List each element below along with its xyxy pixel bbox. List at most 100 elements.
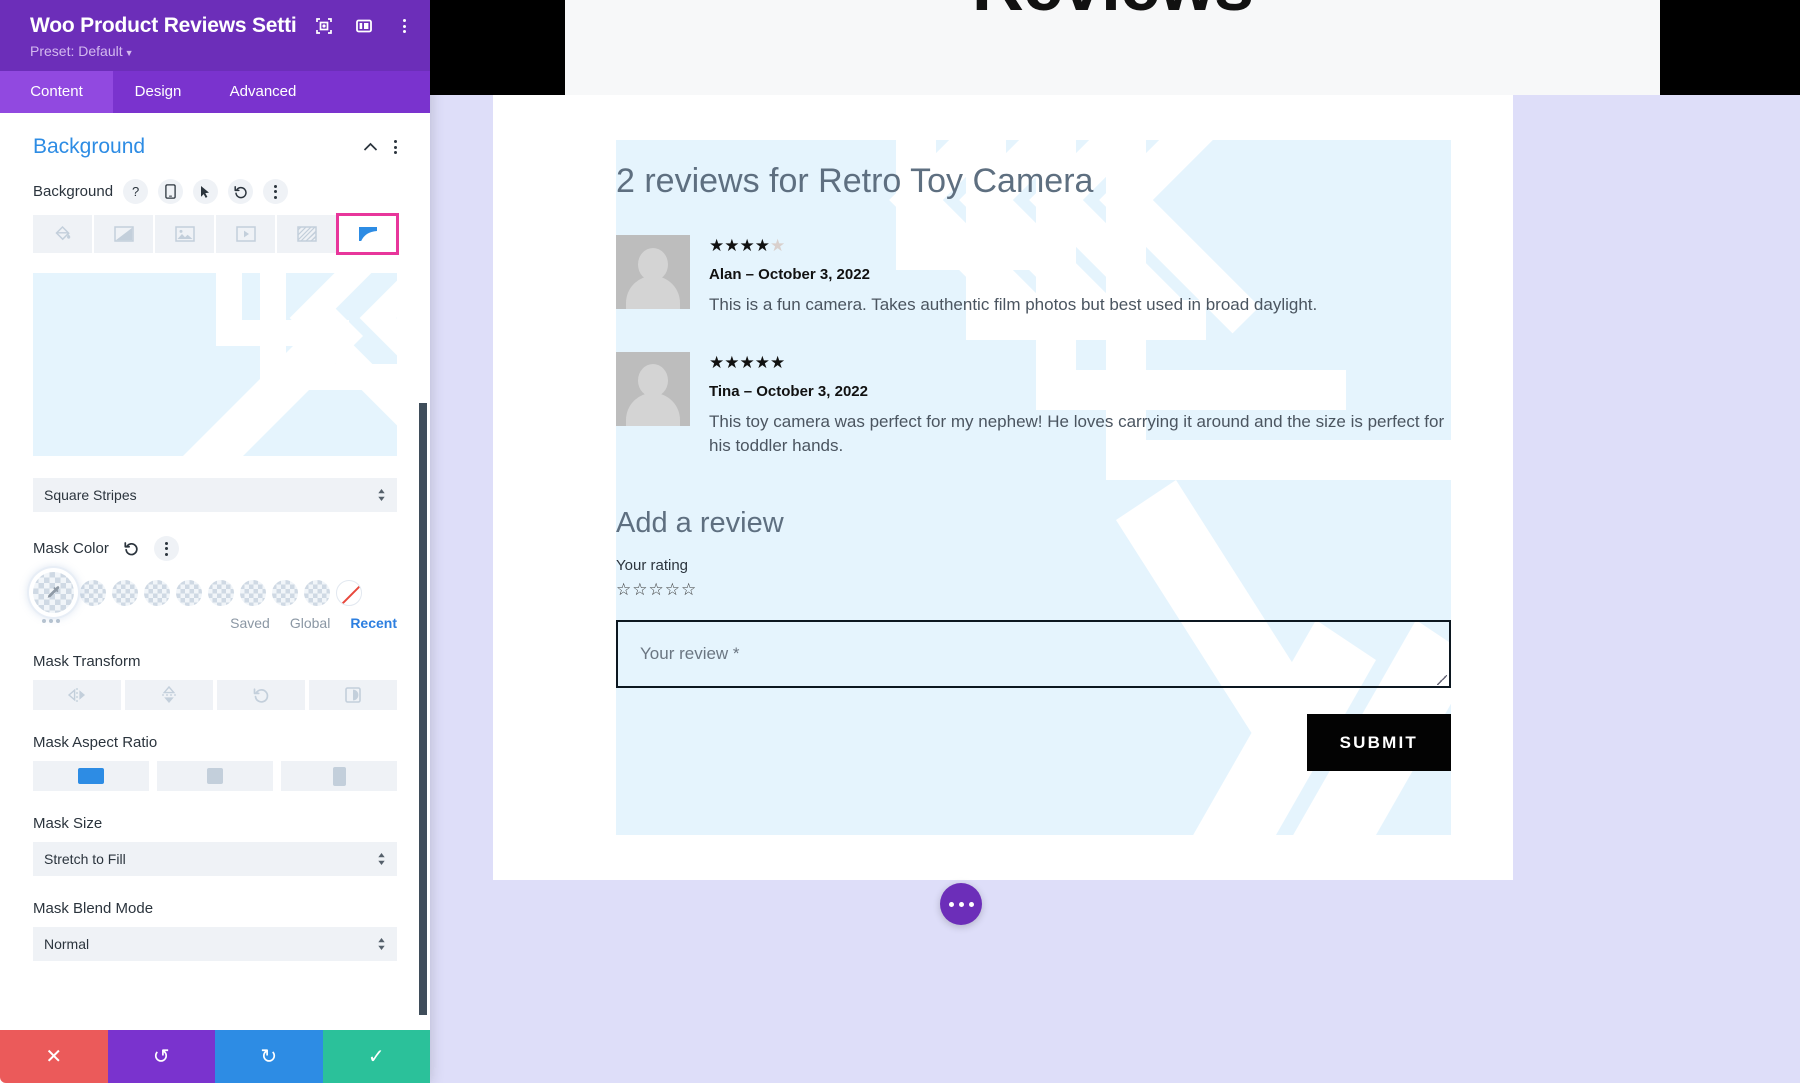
color-swatch[interactable] bbox=[272, 579, 298, 606]
preset-selector[interactable]: Preset: Default ▼ bbox=[30, 43, 414, 59]
section-kebab-icon[interactable] bbox=[394, 140, 397, 154]
flip-vertical-icon[interactable] bbox=[125, 680, 213, 710]
mobile-icon[interactable] bbox=[158, 179, 184, 204]
avatar bbox=[616, 235, 690, 309]
color-swatch[interactable] bbox=[304, 579, 330, 606]
submit-button[interactable]: SUBMIT bbox=[1306, 713, 1451, 771]
reviews-content: 2 reviews for Retro Toy Camera ★★★★★ Ala… bbox=[616, 140, 1451, 771]
focus-icon[interactable] bbox=[314, 16, 334, 36]
mask-preview bbox=[33, 273, 397, 456]
mask-color-label: Mask Color bbox=[33, 540, 109, 557]
mask-style-select[interactable]: Square Stripes bbox=[33, 478, 397, 512]
mask-color-swatches bbox=[33, 572, 397, 613]
portrait-icon bbox=[332, 766, 346, 786]
mask-color-kebab-icon[interactable] bbox=[153, 536, 179, 561]
flip-horizontal-icon[interactable] bbox=[33, 680, 121, 710]
tab-advanced[interactable]: Advanced bbox=[203, 71, 323, 113]
redo-button[interactable]: ↻ bbox=[215, 1030, 323, 1083]
mask-size-select[interactable]: Stretch to Fill bbox=[33, 842, 397, 876]
mask-blend-mode-select[interactable]: Normal bbox=[33, 927, 397, 961]
review-rating-stars: ★★★★★ bbox=[709, 352, 786, 372]
mask-aspect-ratio-buttons bbox=[33, 761, 397, 791]
mask-size-value: Stretch to Fill bbox=[44, 851, 126, 867]
hero-banner: Reviews bbox=[565, 0, 1660, 95]
chevron-down-icon: ▼ bbox=[124, 48, 134, 58]
reviews-section: 2 reviews for Retro Toy Camera ★★★★★ Ala… bbox=[616, 140, 1451, 835]
resize-grip-icon[interactable] bbox=[1437, 674, 1447, 685]
eyedropper-icon bbox=[33, 572, 74, 613]
background-field-row: Background ? bbox=[33, 179, 397, 204]
add-review-title: Add a review bbox=[616, 506, 784, 539]
tab-design[interactable]: Design bbox=[113, 71, 203, 113]
review-text: This toy camera was perfect for my nephe… bbox=[709, 411, 1445, 456]
review-author-date: Tina – October 3, 2022 bbox=[709, 382, 868, 400]
color-swatch[interactable] bbox=[240, 579, 266, 606]
layout-icon[interactable] bbox=[354, 16, 374, 36]
panel-footer: ✕ ↺ ↻ ✓ bbox=[0, 1030, 430, 1083]
mask-aspect-ratio-label: Mask Aspect Ratio bbox=[33, 734, 158, 751]
reviews-heading: 2 reviews for Retro Toy Camera bbox=[616, 162, 1094, 200]
aspect-ratio-square[interactable] bbox=[157, 761, 273, 791]
avatar bbox=[616, 351, 690, 426]
palette-tab-saved[interactable]: Saved bbox=[230, 615, 270, 631]
rating-star-input[interactable]: ☆☆☆☆☆ bbox=[616, 580, 1451, 600]
mask-color-row: Mask Color bbox=[33, 536, 397, 561]
palette-tab-recent[interactable]: Recent bbox=[350, 615, 397, 631]
review-textarea[interactable]: Your review * bbox=[616, 619, 1451, 688]
background-type-video-icon[interactable] bbox=[216, 215, 275, 253]
color-swatch[interactable] bbox=[208, 579, 234, 606]
square-icon bbox=[207, 768, 223, 784]
color-swatch[interactable] bbox=[176, 579, 202, 606]
reset-icon[interactable] bbox=[228, 179, 254, 204]
background-type-mask-icon[interactable] bbox=[336, 213, 399, 255]
landscape-icon bbox=[78, 768, 104, 784]
panel-body: Background Background ? Square Stripes M… bbox=[0, 113, 430, 1030]
more-options-fab[interactable] bbox=[940, 883, 982, 925]
background-type-color-fill-icon[interactable] bbox=[33, 215, 92, 253]
review-author-date: Alan – October 3, 2022 bbox=[709, 266, 870, 283]
invert-icon[interactable] bbox=[309, 680, 397, 710]
panel-scrollbar[interactable] bbox=[419, 403, 427, 1015]
field-kebab-icon[interactable] bbox=[263, 179, 289, 204]
color-swatch[interactable] bbox=[80, 579, 106, 606]
mask-preview-pattern bbox=[33, 273, 397, 456]
palette-tab-global[interactable]: Global bbox=[290, 615, 330, 631]
palette-tabs: Saved Global Recent bbox=[33, 615, 397, 631]
hero-left-bar bbox=[430, 0, 565, 95]
mask-style-value: Square Stripes bbox=[44, 487, 137, 503]
cancel-button[interactable]: ✕ bbox=[0, 1030, 108, 1083]
aspect-ratio-portrait[interactable] bbox=[281, 761, 397, 791]
hero-right-bar bbox=[1660, 0, 1800, 95]
settings-panel: Woo Product Reviews Setti... Preset: Def… bbox=[0, 0, 430, 1083]
help-icon[interactable]: ? bbox=[123, 179, 149, 204]
panel-title: Woo Product Reviews Setti... bbox=[30, 14, 296, 37]
save-button[interactable]: ✓ bbox=[322, 1030, 430, 1083]
panel-header: Woo Product Reviews Setti... Preset: Def… bbox=[0, 0, 430, 71]
color-swatch[interactable] bbox=[144, 579, 170, 606]
background-type-image-icon[interactable] bbox=[155, 215, 214, 253]
mask-color-reset-icon[interactable] bbox=[119, 536, 144, 561]
panel-tabs: Content Design Advanced bbox=[0, 71, 430, 113]
chevron-up-icon[interactable] bbox=[363, 139, 378, 155]
rotate-icon[interactable] bbox=[217, 680, 305, 710]
select-arrows-icon bbox=[377, 852, 386, 866]
undo-button[interactable]: ↺ bbox=[107, 1030, 215, 1083]
background-type-gradient-icon[interactable] bbox=[94, 215, 153, 253]
no-color-swatch[interactable] bbox=[336, 579, 362, 606]
review-placeholder: Your review * bbox=[640, 643, 740, 663]
panel-header-icons bbox=[314, 16, 414, 36]
hover-pointer-icon[interactable] bbox=[193, 179, 219, 204]
tab-content[interactable]: Content bbox=[0, 71, 113, 113]
page-card: 2 reviews for Retro Toy Camera ★★★★★ Ala… bbox=[493, 95, 1513, 880]
section-title: Background bbox=[33, 135, 146, 158]
color-swatch[interactable] bbox=[112, 579, 138, 606]
background-section-header: Background bbox=[33, 135, 397, 159]
review-text: This is a fun camera. Takes authentic fi… bbox=[709, 295, 1318, 314]
kebab-icon[interactable] bbox=[394, 16, 414, 36]
mask-transform-label: Mask Transform bbox=[33, 653, 141, 670]
your-rating-label: Your rating bbox=[616, 556, 688, 574]
background-type-pattern-icon[interactable] bbox=[277, 215, 336, 253]
color-swatch-selected[interactable] bbox=[33, 572, 74, 613]
background-type-tabs bbox=[33, 213, 399, 255]
aspect-ratio-landscape[interactable] bbox=[33, 761, 149, 791]
